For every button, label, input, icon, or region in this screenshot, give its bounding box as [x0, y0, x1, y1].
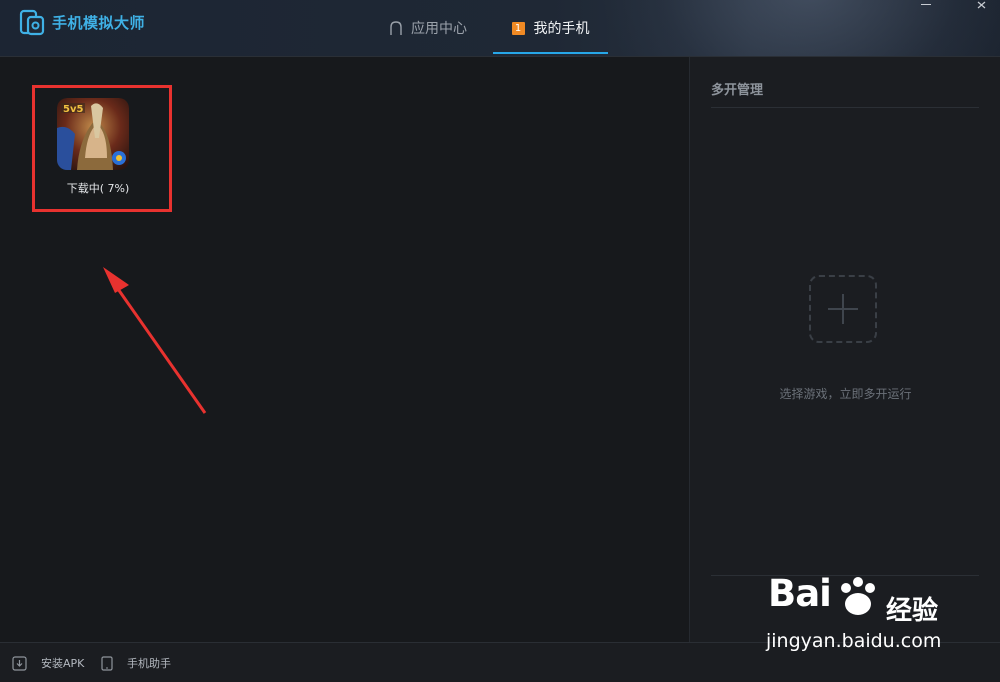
minimize-icon[interactable] [919, 0, 933, 14]
multi-open-title: 多开管理 [711, 83, 764, 98]
tab-my-phone-label: 我的手机 [533, 21, 590, 37]
tab-my-phone[interactable]: 1 我的手机 [493, 0, 608, 56]
red-arrow-annotation [103, 267, 207, 414]
install-apk-label: 安装APK [41, 657, 85, 670]
multi-open-panel: 多开管理 选择游戏，立即多开运行 [689, 57, 1000, 642]
home-icon [390, 21, 402, 35]
my-apps-panel: 5v5 下载中( 7%) [0, 57, 689, 642]
phone-helper-button[interactable]: 手机助手 [101, 655, 171, 671]
divider [711, 107, 979, 108]
watermark-suffix: 经验 [886, 596, 939, 626]
tab-app-center[interactable]: 应用中心 [388, 0, 467, 56]
watermark-url: jingyan.baidu.com [766, 630, 942, 652]
phone-helper-label: 手机助手 [127, 657, 171, 670]
app-logo-icon [19, 9, 45, 36]
tab-badge: 1 [511, 21, 525, 35]
plus-icon-vertical [842, 294, 844, 324]
watermark-brand: Bai [768, 572, 832, 615]
download-status: 下载中( 7%) [66, 182, 130, 195]
paw-icon [841, 577, 875, 615]
svg-text:5v5: 5v5 [63, 104, 83, 115]
title-bar-glow [600, 0, 1000, 56]
multi-open-hint: 选择游戏，立即多开运行 [779, 387, 912, 401]
close-icon[interactable] [975, 0, 989, 14]
app-item[interactable]: 5v5 下载中( 7%) [32, 85, 172, 212]
app-title: 手机模拟大师 [52, 14, 146, 32]
game-app-icon[interactable]: 5v5 [57, 98, 129, 170]
tab-app-center-label: 应用中心 [411, 21, 467, 37]
install-apk-button[interactable]: 安装APK [12, 655, 84, 671]
install-icon [12, 655, 27, 671]
active-tab-underline [493, 52, 608, 54]
phone-icon [101, 655, 113, 671]
add-multi-open-button[interactable] [809, 275, 877, 343]
baidu-watermark: Bai 经验 jingyan.baidu.com [760, 572, 990, 662]
title-bar: 手机模拟大师 应用中心 1 我的手机 [0, 0, 1000, 57]
